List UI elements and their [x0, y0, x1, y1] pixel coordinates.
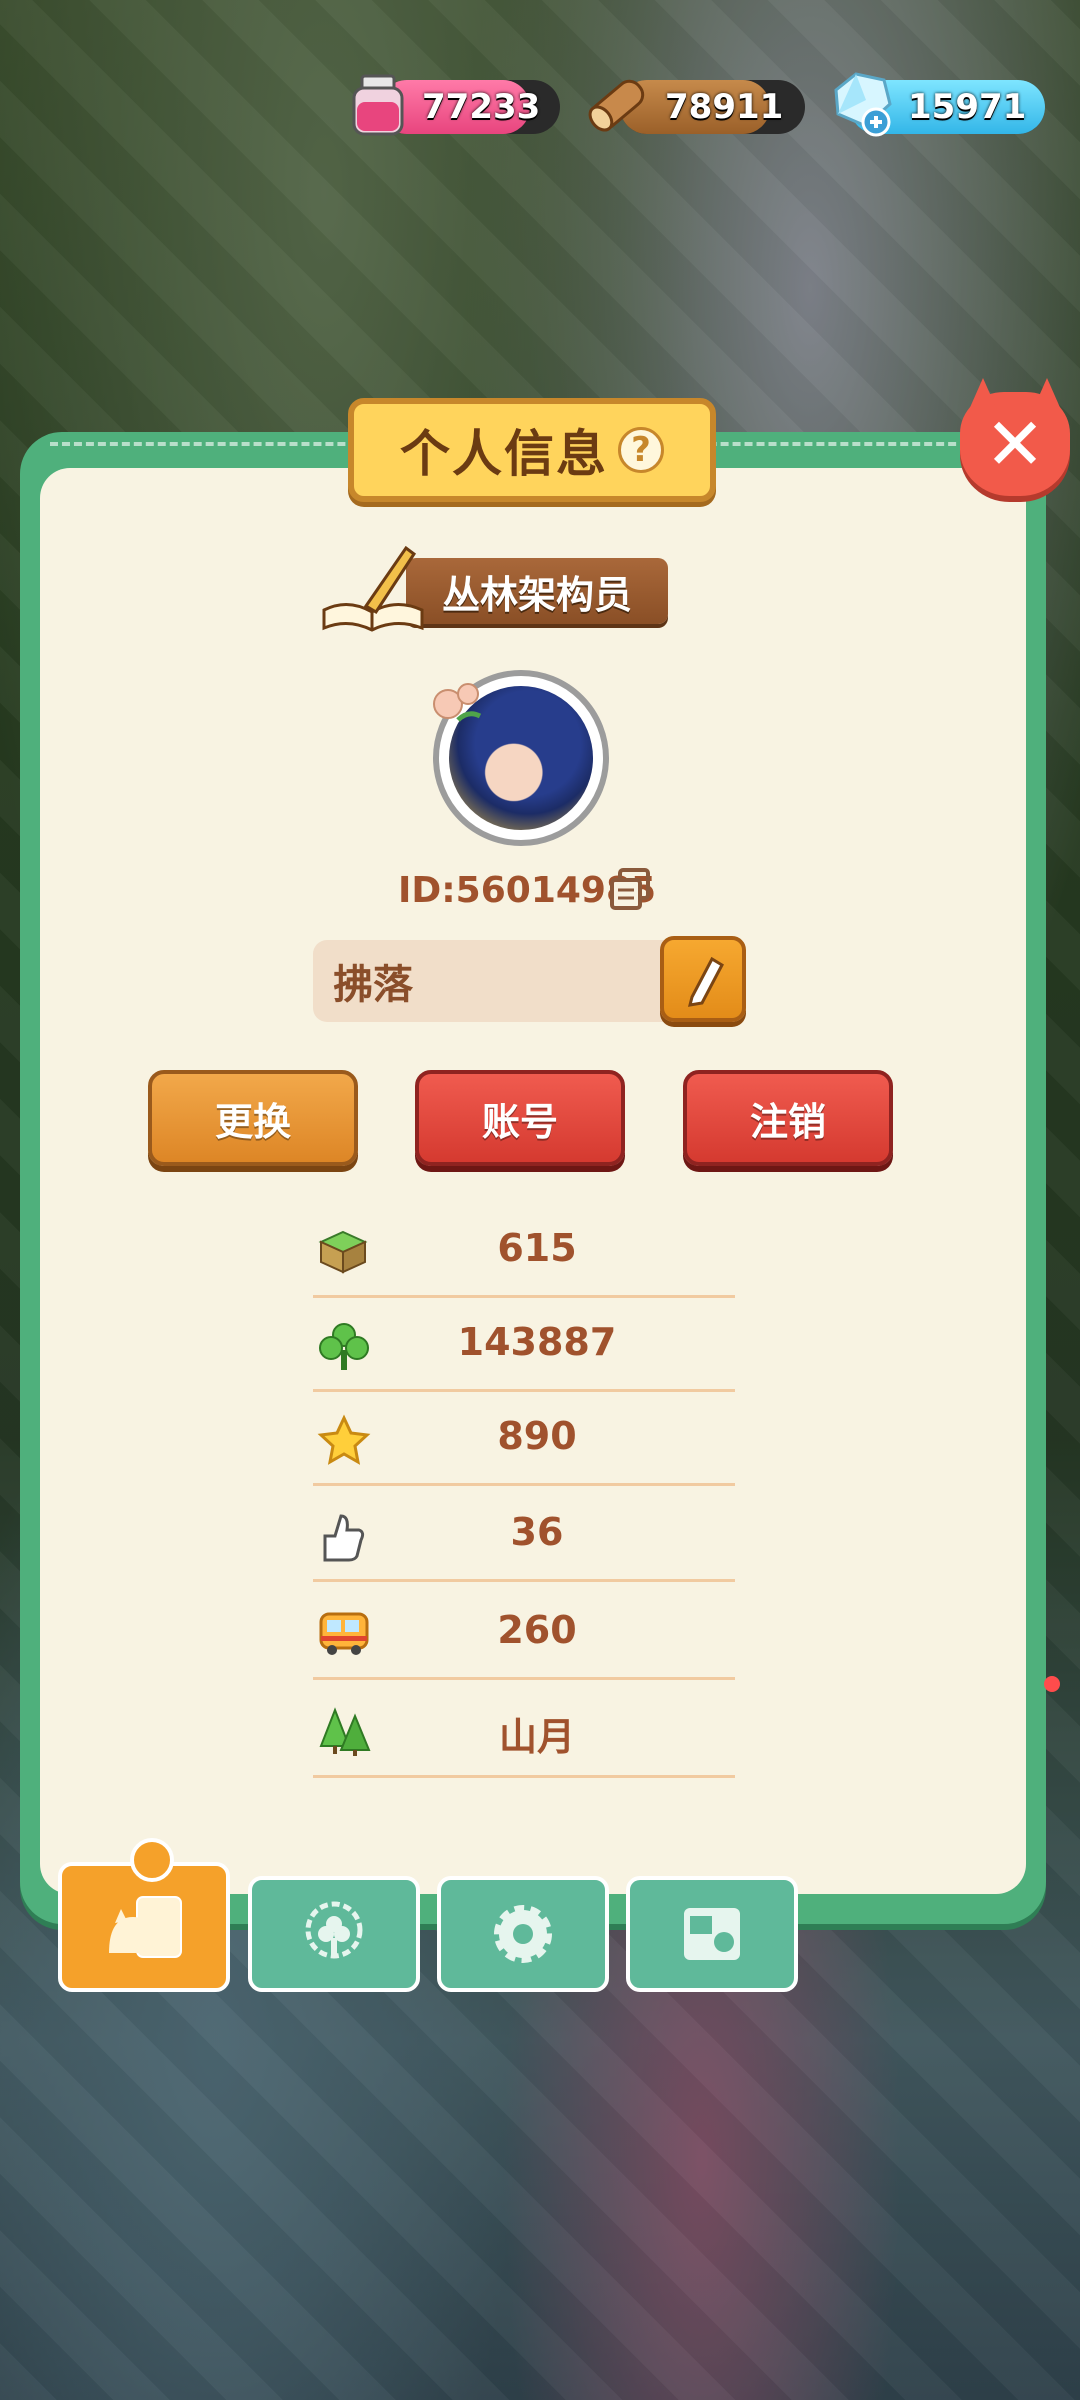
change-button[interactable]: 更换 [148, 1070, 358, 1166]
logout-button[interactable]: 注销 [683, 1070, 893, 1166]
album-tab[interactable] [626, 1876, 798, 1992]
stat-row-star: 890 [313, 1392, 735, 1486]
stat-row-clover: 143887 [313, 1298, 735, 1392]
rank-title: 丛林架构员 [441, 572, 632, 617]
profile-card-icon [109, 1896, 182, 1958]
account-button[interactable]: 账号 [415, 1070, 625, 1166]
stat-value: 36 [510, 1510, 564, 1554]
settings-tab[interactable] [437, 1876, 609, 1992]
badge-tab[interactable] [248, 1876, 420, 1992]
flower-badge-icon [305, 1901, 363, 1959]
gem-value: 15971 [908, 87, 1027, 127]
stat-row-likes: 36 [313, 1488, 735, 1582]
gem-resource[interactable]: 15971 [834, 72, 1045, 137]
ink-bottle-icon [352, 74, 404, 136]
panel-title: 个人信息 [400, 425, 608, 483]
copy-icon[interactable] [608, 866, 654, 912]
stat-row-bus: 260 [313, 1586, 735, 1680]
stat-row-region: 山月 [313, 1684, 735, 1778]
notification-dot [1044, 1676, 1060, 1692]
wood-log-icon [588, 79, 645, 132]
help-icon[interactable]: ? [618, 427, 664, 473]
stat-value: 山月 [498, 1715, 575, 1759]
stat-value: 615 [497, 1226, 577, 1270]
rank-title-ribbon: 丛林架构员 [318, 540, 678, 632]
profile-tab[interactable] [58, 1838, 230, 1992]
stat-row-land: 615 [313, 1204, 735, 1298]
ink-resource[interactable]: 77233 [352, 74, 560, 136]
flower-decoration-icon [433, 683, 482, 722]
book-quill-icon [322, 545, 424, 632]
stat-value: 890 [497, 1414, 577, 1458]
panel-title-badge: 个人信息 ? [348, 398, 716, 502]
edit-name-button[interactable] [660, 936, 746, 1022]
ink-value: 77233 [422, 87, 541, 127]
photo-album-icon [684, 1908, 740, 1960]
close-icon: ✕ [984, 402, 1046, 486]
pencil-icon [687, 956, 724, 1007]
gem-icon [834, 72, 892, 137]
wood-resource[interactable]: 78911 [588, 79, 805, 134]
close-button[interactable]: ✕ [960, 392, 1070, 496]
wood-value: 78911 [665, 87, 784, 127]
gear-icon [494, 1905, 552, 1963]
stat-value: 143887 [457, 1320, 617, 1364]
stat-value: 260 [497, 1608, 577, 1652]
